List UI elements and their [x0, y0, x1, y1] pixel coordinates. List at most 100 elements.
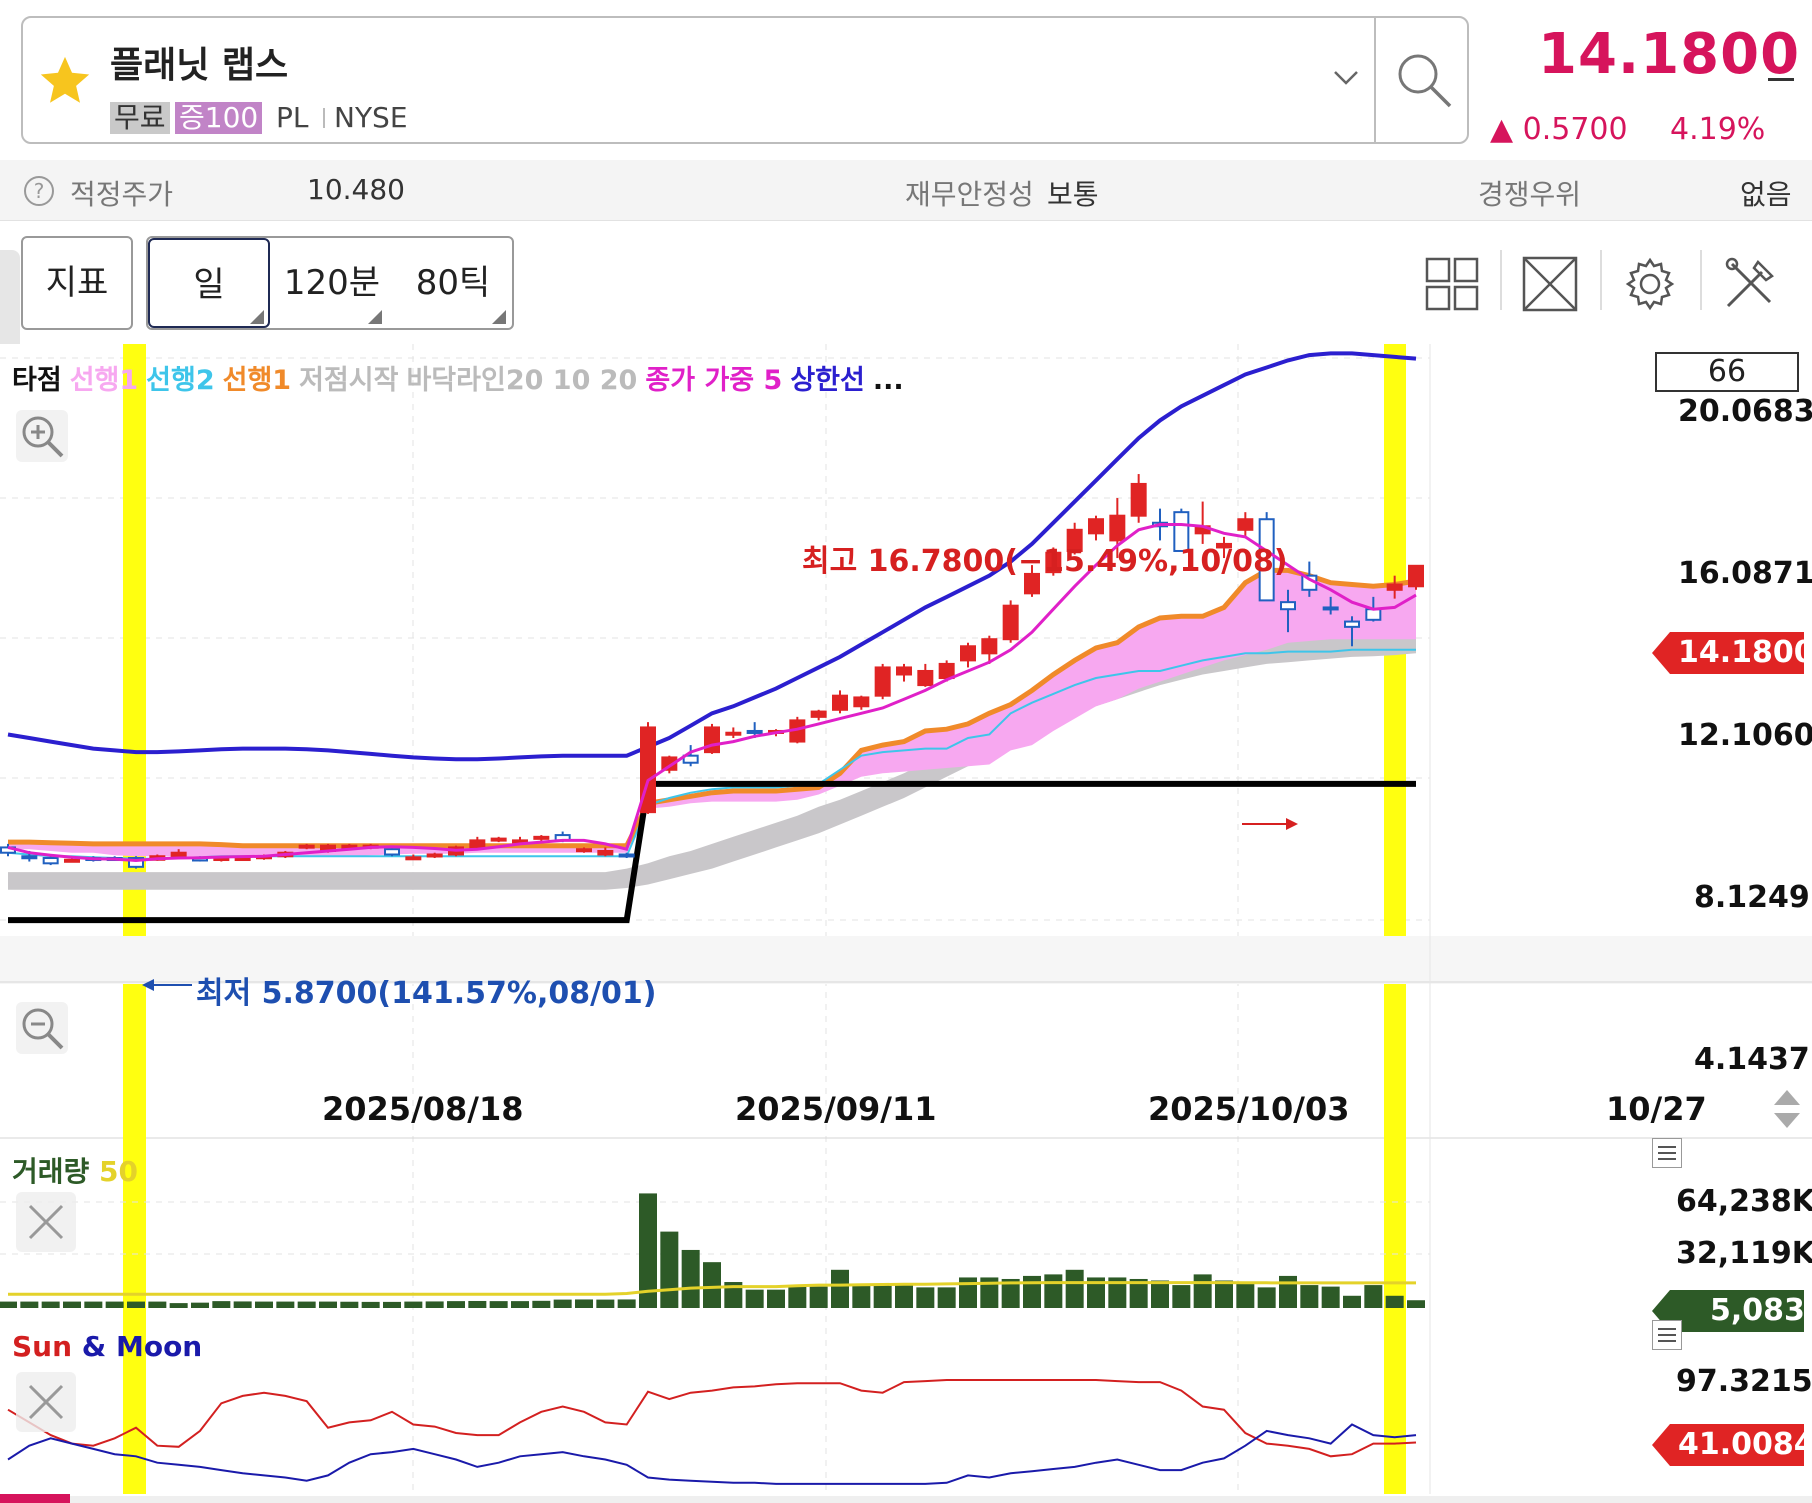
- volume-close-button[interactable]: [16, 1192, 76, 1252]
- legend-item-lead2: 선행2: [146, 365, 215, 396]
- low-price-annotation: 최저 5.8700(141.57%,08/01): [196, 976, 657, 1011]
- legend-item-weighted-close: 종가 가중 5: [645, 365, 783, 396]
- volume-bar: [169, 1303, 188, 1308]
- sun-line: [7, 1379, 1417, 1458]
- volume-bar: [1236, 1282, 1255, 1308]
- favorite-star-icon[interactable]: [36, 52, 94, 110]
- exchange-name: NYSE: [334, 101, 408, 134]
- candle-body: [981, 638, 998, 655]
- tools-icon[interactable]: [1722, 256, 1778, 312]
- volume-bar: [575, 1299, 593, 1308]
- volume-bar: [63, 1301, 81, 1308]
- y-tick: 4.1437: [1694, 1042, 1810, 1077]
- indicator-button[interactable]: 지표: [21, 236, 133, 330]
- volume-bar: [596, 1299, 615, 1308]
- candle-body: [469, 839, 486, 849]
- x-tick: 2025/08/18: [322, 1090, 524, 1128]
- fair-price-value: 10.480: [307, 173, 405, 206]
- candle-body: [960, 645, 976, 662]
- volume-bar: [767, 1289, 785, 1308]
- indicator-legend[interactable]: 타점 선행1 선행2 선행1 저점시작 바닥라인20 10 20 종가 가중 5 상한선...: [12, 358, 912, 397]
- volume-bar: [1257, 1287, 1276, 1308]
- volume-bar: [788, 1285, 807, 1308]
- sun-moon-ampersand: &: [81, 1330, 107, 1363]
- gear-icon[interactable]: [1622, 256, 1678, 312]
- period-highlight-bar: [123, 984, 146, 1494]
- sun-moon-close-button[interactable]: [16, 1372, 76, 1432]
- legend-item-upper-line: 상한선: [790, 365, 865, 396]
- margin-badge: 증100: [175, 102, 263, 134]
- legend-item-floor-line: 바닥라인20 10 20: [406, 365, 638, 396]
- x-tick: 10/27: [1606, 1090, 1707, 1128]
- volume-bar: [404, 1301, 423, 1308]
- legend-item-low-start: 저점시작: [299, 365, 399, 396]
- volume-bar: [468, 1300, 487, 1308]
- fullscreen-icon[interactable]: [1522, 256, 1578, 312]
- volume-bar: [617, 1299, 636, 1308]
- help-icon[interactable]: ?: [24, 176, 54, 206]
- candle-body: [1002, 604, 1019, 641]
- candle-body: [234, 857, 251, 862]
- current-price-tag: 14.1800: [1652, 632, 1804, 674]
- volume-bar: [532, 1300, 551, 1308]
- price-change-percent: 4.19%: [1670, 112, 1766, 147]
- scroll-arrows-icon[interactable]: [1770, 1088, 1804, 1130]
- candle-body: [42, 857, 59, 865]
- candle-body: [917, 669, 934, 687]
- volume-bar: [660, 1231, 679, 1308]
- volume-bar: [489, 1301, 508, 1308]
- stock-chart[interactable]: [0, 344, 1812, 1494]
- tool-separator: [1700, 250, 1702, 310]
- volume-bar: [1215, 1280, 1233, 1308]
- candle-body: [896, 666, 912, 676]
- price-dash: [1768, 78, 1794, 81]
- y-tick: 20.0683: [1678, 394, 1812, 429]
- zoom-out-button[interactable]: [16, 1002, 68, 1054]
- sun-moon-menu-button[interactable]: [1652, 1320, 1682, 1350]
- candle-body: [1365, 608, 1382, 621]
- volume-bar: [1279, 1275, 1297, 1308]
- volume-title: 거래량 50: [12, 1150, 138, 1190]
- volume-bar: [191, 1302, 209, 1308]
- volume-bar: [1151, 1280, 1169, 1308]
- volume-bar: [105, 1301, 124, 1308]
- price-change: ▲ 0.5700: [1490, 112, 1628, 147]
- sun-moon-current-tag: 41.0084: [1652, 1424, 1804, 1466]
- zoom-in-button[interactable]: [16, 410, 68, 462]
- search-icon[interactable]: [1394, 50, 1454, 110]
- stock-name: 플래닛 랩스: [110, 45, 289, 86]
- volume-bar: [0, 1301, 17, 1308]
- fair-price-label: 적정주가: [70, 178, 174, 211]
- volume-bar: [873, 1283, 892, 1308]
- volume-menu-button[interactable]: [1652, 1138, 1682, 1168]
- candle-count-box[interactable]: 66: [1655, 352, 1799, 392]
- stability-label: 재무안정성: [905, 178, 1034, 211]
- candle-body: [1280, 601, 1296, 611]
- legend-item-more: ...: [872, 365, 904, 396]
- candle-body: [1344, 620, 1360, 628]
- candle-body: [853, 696, 870, 708]
- menu-icon: [1658, 1146, 1676, 1160]
- legend-item-lead1-orange: 선행1: [222, 365, 292, 396]
- candle-body: [1386, 583, 1403, 591]
- volume-bar: [553, 1299, 572, 1308]
- candle-body: [21, 855, 38, 860]
- candle-body: [832, 694, 848, 711]
- volume-bar: [276, 1301, 295, 1308]
- sun-moon-y-tick: 97.3215: [1676, 1364, 1812, 1399]
- period-120min-corner: [368, 310, 382, 324]
- chevron-down-icon[interactable]: [1332, 68, 1360, 88]
- candle-body: [405, 856, 422, 861]
- free-badge: 무료: [110, 102, 170, 134]
- volume-bar: [425, 1301, 444, 1308]
- candle-body: [1130, 482, 1147, 517]
- volume-bar: [255, 1301, 273, 1308]
- sun-label: Sun: [12, 1330, 73, 1363]
- candle-body: [1088, 518, 1104, 535]
- x-tick: 2025/10/03: [1148, 1090, 1350, 1128]
- legend-item-lead1: 선행1: [69, 365, 139, 396]
- layout-grid-icon[interactable]: [1424, 256, 1480, 312]
- close-icon: [28, 1384, 64, 1420]
- candle-body: [618, 853, 635, 858]
- volume-bar: [1321, 1286, 1340, 1308]
